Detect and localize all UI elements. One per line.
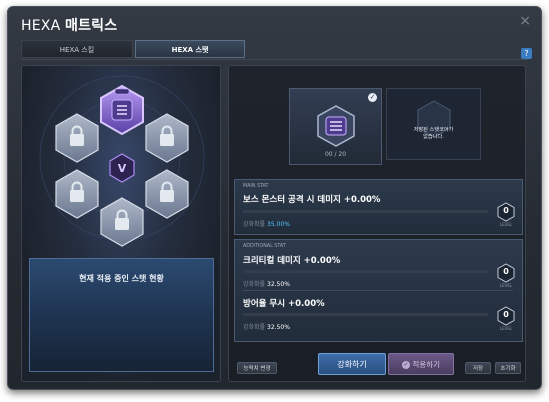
stored-core-message-box: 저장된 스탯코어가 없습니다. bbox=[386, 88, 481, 160]
ability-change-button[interactable]: 능력치 변경 bbox=[237, 362, 277, 374]
stat-core-icon bbox=[317, 105, 355, 147]
additional-stat-card: ADDITIONAL STAT 크리티컬 데미지 +0.00% 강화확률 32.… bbox=[234, 239, 523, 342]
window-title: HEXA 매트릭스 bbox=[21, 15, 117, 35]
stored-core-message: 저장된 스탯코어가 없습니다. bbox=[413, 127, 454, 140]
rate-value: 32.50% bbox=[267, 324, 290, 331]
apply-button-label: 적용하기 bbox=[412, 360, 440, 369]
additional-stat-2-level: 0 bbox=[503, 310, 509, 319]
save-button[interactable]: 저장 bbox=[465, 362, 491, 374]
rate-label: 강화확률 bbox=[243, 281, 266, 288]
lock-icon bbox=[55, 113, 99, 163]
additional-stat-2-level-label: LEVEL bbox=[499, 326, 513, 331]
additional-stat-label: ADDITIONAL STAT bbox=[243, 244, 286, 249]
tab-hexa-skill[interactable]: HEXA 스킬 bbox=[21, 40, 133, 58]
stat-detail-panel: ✓ 00 / 20 저장된 스탯코어가 없습니다. MAIN STAT 보스 몬… bbox=[228, 65, 526, 382]
additional-stat-2-rate: 강화확률 32.50% bbox=[243, 322, 290, 331]
check-circle-icon: ✓ bbox=[402, 361, 410, 369]
additional-stat-1-progress bbox=[243, 270, 488, 273]
current-stat-status: 현재 적용 중인 스탯 현황 bbox=[29, 258, 214, 372]
rate-label: 강화확률 bbox=[243, 324, 266, 331]
hexa-emblem-icon: V bbox=[109, 153, 135, 183]
stat-divider bbox=[243, 290, 513, 291]
apply-button[interactable]: ✓ 적용하기 bbox=[388, 353, 454, 375]
tab-hexa-stat[interactable]: HEXA 스탯 bbox=[135, 40, 245, 58]
title-main: 매트릭스 bbox=[65, 18, 118, 34]
additional-stat-1-rate: 강화확률 32.50% bbox=[243, 279, 290, 288]
main-stat-rate: 강화확률 35.00% bbox=[243, 219, 290, 228]
rate-value: 32.50% bbox=[267, 281, 290, 288]
main-stat-level-label: LEVEL bbox=[499, 222, 513, 227]
lock-icon bbox=[145, 169, 189, 219]
additional-stat-1-level-label: LEVEL bbox=[499, 283, 513, 288]
rate-value: 35.00% bbox=[267, 221, 290, 228]
close-icon[interactable]: × bbox=[519, 13, 531, 29]
emblem-symbol: V bbox=[118, 162, 127, 175]
hexa-core-slot-top[interactable] bbox=[100, 84, 144, 136]
main-stat-level: 0 bbox=[503, 206, 509, 215]
additional-stat-2-name[interactable]: 방어율 무시 +0.00% bbox=[243, 297, 325, 309]
additional-stat-1-level: 0 bbox=[503, 267, 509, 276]
hexa-stat-board: V 현재 적용 중인 스탯 현황 bbox=[21, 65, 221, 382]
core-count: 00 / 20 bbox=[324, 151, 347, 158]
main-stat-progress bbox=[243, 210, 488, 213]
title-prefix: HEXA bbox=[21, 18, 61, 34]
rate-label: 강화확률 bbox=[243, 221, 266, 228]
hexagon-cluster: V bbox=[39, 75, 205, 247]
help-icon[interactable]: ? bbox=[521, 48, 532, 59]
hexa-matrix-window: HEXA 매트릭스 × HEXA 스킬 HEXA 스탯 ? V 현재 적용 중인… bbox=[7, 6, 542, 390]
upgrade-button[interactable]: 강화하기 bbox=[318, 353, 386, 375]
check-icon: ✓ bbox=[368, 93, 377, 102]
main-stat-label: MAIN STAT bbox=[243, 184, 269, 189]
tab-divider bbox=[21, 59, 528, 60]
lock-icon bbox=[145, 113, 189, 163]
main-stat-card[interactable]: MAIN STAT 보스 몬스터 공격 시 데미지 +0.00% 강화확률 35… bbox=[234, 179, 523, 235]
additional-stat-2-progress bbox=[243, 313, 488, 316]
reset-button[interactable]: 초기화 bbox=[495, 362, 521, 374]
main-stat-name: 보스 몬스터 공격 시 데미지 +0.00% bbox=[243, 195, 381, 205]
additional-stat-1-name[interactable]: 크리티컬 데미지 +0.00% bbox=[243, 254, 340, 266]
status-title: 현재 적용 중인 스탯 현황 bbox=[79, 274, 164, 283]
lock-icon bbox=[55, 169, 99, 219]
